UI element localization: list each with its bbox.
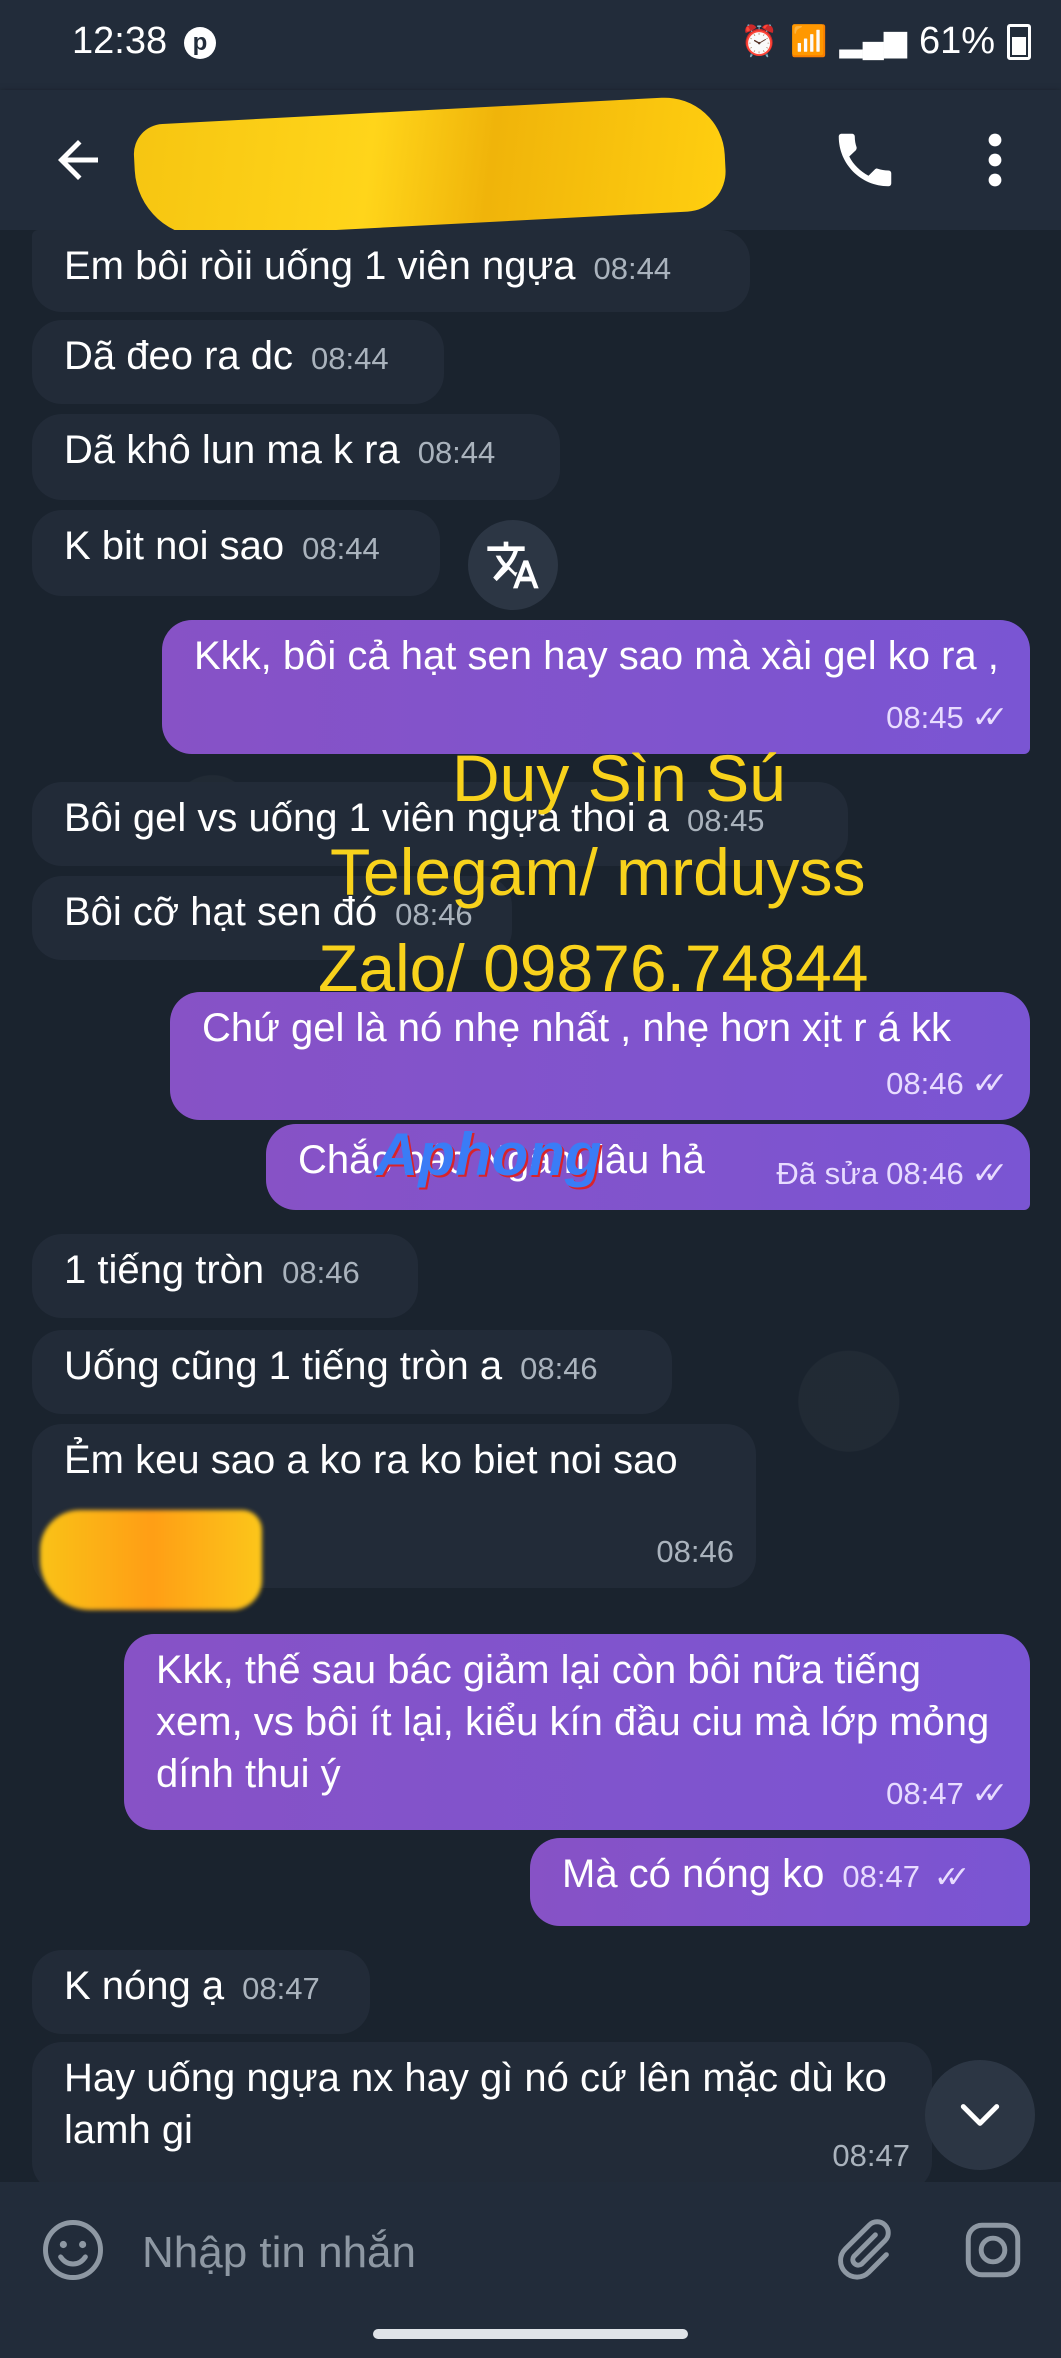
message-incoming[interactable]: K nóng ạ 08:47 xyxy=(32,1950,370,2034)
chat-header xyxy=(0,90,1061,241)
message-outgoing[interactable]: Mà có nóng ko 08:47 ✓✓ xyxy=(530,1838,1030,1926)
message-time: 08:47 xyxy=(832,2138,910,2173)
message-text: Mà có nóng ko xyxy=(562,1852,825,1896)
signal-icon: ▂▄▆ xyxy=(839,25,907,58)
message-text: Chứ gel là nó nhẹ nhất , nhẹ hơn xịt r á… xyxy=(202,1006,952,1050)
wifi-icon: 📶 xyxy=(790,25,828,58)
message-time: 08:46 xyxy=(886,1156,964,1191)
message-input[interactable] xyxy=(140,2212,794,2294)
system-nav-bar xyxy=(0,2317,1061,2358)
message-text: 1 tiếng tròn xyxy=(64,1248,265,1292)
home-gesture-handle[interactable] xyxy=(373,2329,688,2339)
translate-icon xyxy=(487,541,539,589)
message-text: K bit noi sao xyxy=(64,524,285,568)
status-bar: 12:38 p ⏰ 📶 ▂▄▆ 61% xyxy=(0,0,1061,90)
message-outgoing[interactable]: Kkk, thế sau bác giảm lại còn bôi nữa ti… xyxy=(124,1634,1030,1830)
message-text: Kkk, bôi cả hạt sen hay sao mà xài gel k… xyxy=(194,634,999,678)
message-time: 08:44 xyxy=(593,251,672,286)
message-incoming[interactable]: Em bôi ròii uống 1 viên ngựa 08:44 xyxy=(32,230,750,312)
message-time: 08:46 xyxy=(520,1351,598,1386)
message-outgoing[interactable]: Kkk, bôi cả hạt sen hay sao mà xài gel k… xyxy=(162,620,1030,754)
watermark-line-3: Zalo/ 09876.74844 xyxy=(318,931,869,1005)
message-time: 08:47 xyxy=(886,1776,964,1811)
battery-icon xyxy=(1007,23,1031,60)
message-incoming[interactable]: Dã đeo ra dc 08:44 xyxy=(32,320,444,404)
message-input-bar xyxy=(0,2182,1061,2317)
message-incoming[interactable]: 1 tiếng tròn 08:46 xyxy=(32,1234,418,1318)
message-incoming[interactable]: Hay uống ngựa nx hay gì nó cứ lên mặc dù… xyxy=(32,2042,932,2182)
message-text: Dã khô lun ma k ra xyxy=(64,428,400,472)
emoji-icon[interactable] xyxy=(40,2217,106,2283)
message-text: Uống cũng 1 tiếng tròn a xyxy=(64,1344,503,1388)
chevron-down-icon xyxy=(960,2104,1000,2126)
message-incoming[interactable]: Dã khô lun ma k ra 08:44 xyxy=(32,414,560,500)
chat-area[interactable]: Em bôi ròii uống 1 viên ngựa 08:44 Dã đeo… xyxy=(0,230,1061,2182)
phone-call-icon[interactable] xyxy=(830,125,900,195)
message-time: 08:46 xyxy=(656,1534,734,1569)
pinterest-icon: p xyxy=(184,27,216,59)
message-time: 08:45 xyxy=(886,700,964,735)
message-text: Dã đeo ra dc xyxy=(64,334,294,378)
watermark-line-1: Duy Sìn Sú xyxy=(452,741,786,815)
redacted-contact-name xyxy=(132,94,728,241)
message-text: Kkk, thế sau bác giảm lại còn bôi nữa ti… xyxy=(156,1648,990,1796)
message-text: K nóng ạ xyxy=(64,1964,225,2008)
watermark-line-2: Telegam/ mrduyss xyxy=(330,835,866,909)
message-time: 08:47 xyxy=(242,1971,320,2006)
message-text: Em bôi ròii uống 1 viên ngựa xyxy=(64,244,576,288)
edited-label: Đã sửa xyxy=(776,1156,879,1191)
battery-percent: 61% xyxy=(918,20,995,62)
message-time: 08:46 xyxy=(282,1255,360,1290)
message-outgoing[interactable]: Chứ gel là nó nhẹ nhất , nhẹ hơn xịt r á… xyxy=(170,992,1030,1120)
translate-button[interactable] xyxy=(468,520,558,610)
double-check-icon: ✓✓ xyxy=(971,1067,1008,1100)
message-text: Ẻm keu sao a ko ra ko biet noi sao xyxy=(64,1438,678,1482)
message-incoming[interactable]: Uống cũng 1 tiếng tròn a 08:46 xyxy=(32,1330,672,1414)
status-icons: ⏰ 📶 ▂▄▆ 61% xyxy=(741,20,1031,63)
message-time: 08:44 xyxy=(417,435,496,470)
message-time: 08:46 xyxy=(886,1066,964,1101)
message-time: 08:44 xyxy=(311,341,389,376)
double-check-icon: ✓✓ xyxy=(971,1157,1008,1190)
status-time: 12:38 xyxy=(72,20,168,62)
scroll-down-button[interactable] xyxy=(925,2060,1035,2170)
message-text: Hay uống ngựa nx hay gì nó cứ lên mặc dù… xyxy=(64,2056,887,2152)
redacted-image xyxy=(40,1510,262,1610)
message-time: 08:47 xyxy=(842,1859,920,1894)
double-check-icon: ✓✓ xyxy=(971,1777,1008,1810)
watermark-logo: Aphong xyxy=(375,1121,602,1188)
double-check-icon: ✓✓ xyxy=(933,1861,970,1894)
alarm-icon: ⏰ xyxy=(740,25,779,58)
double-check-icon: ✓✓ xyxy=(971,701,1008,734)
camera-icon[interactable] xyxy=(960,2217,1026,2283)
message-time: 08:44 xyxy=(302,531,380,566)
attachment-icon[interactable] xyxy=(830,2217,896,2283)
more-options-icon[interactable] xyxy=(975,130,1015,190)
message-incoming[interactable]: K bit noi sao 08:44 xyxy=(32,510,440,596)
back-arrow-icon[interactable] xyxy=(48,130,108,190)
